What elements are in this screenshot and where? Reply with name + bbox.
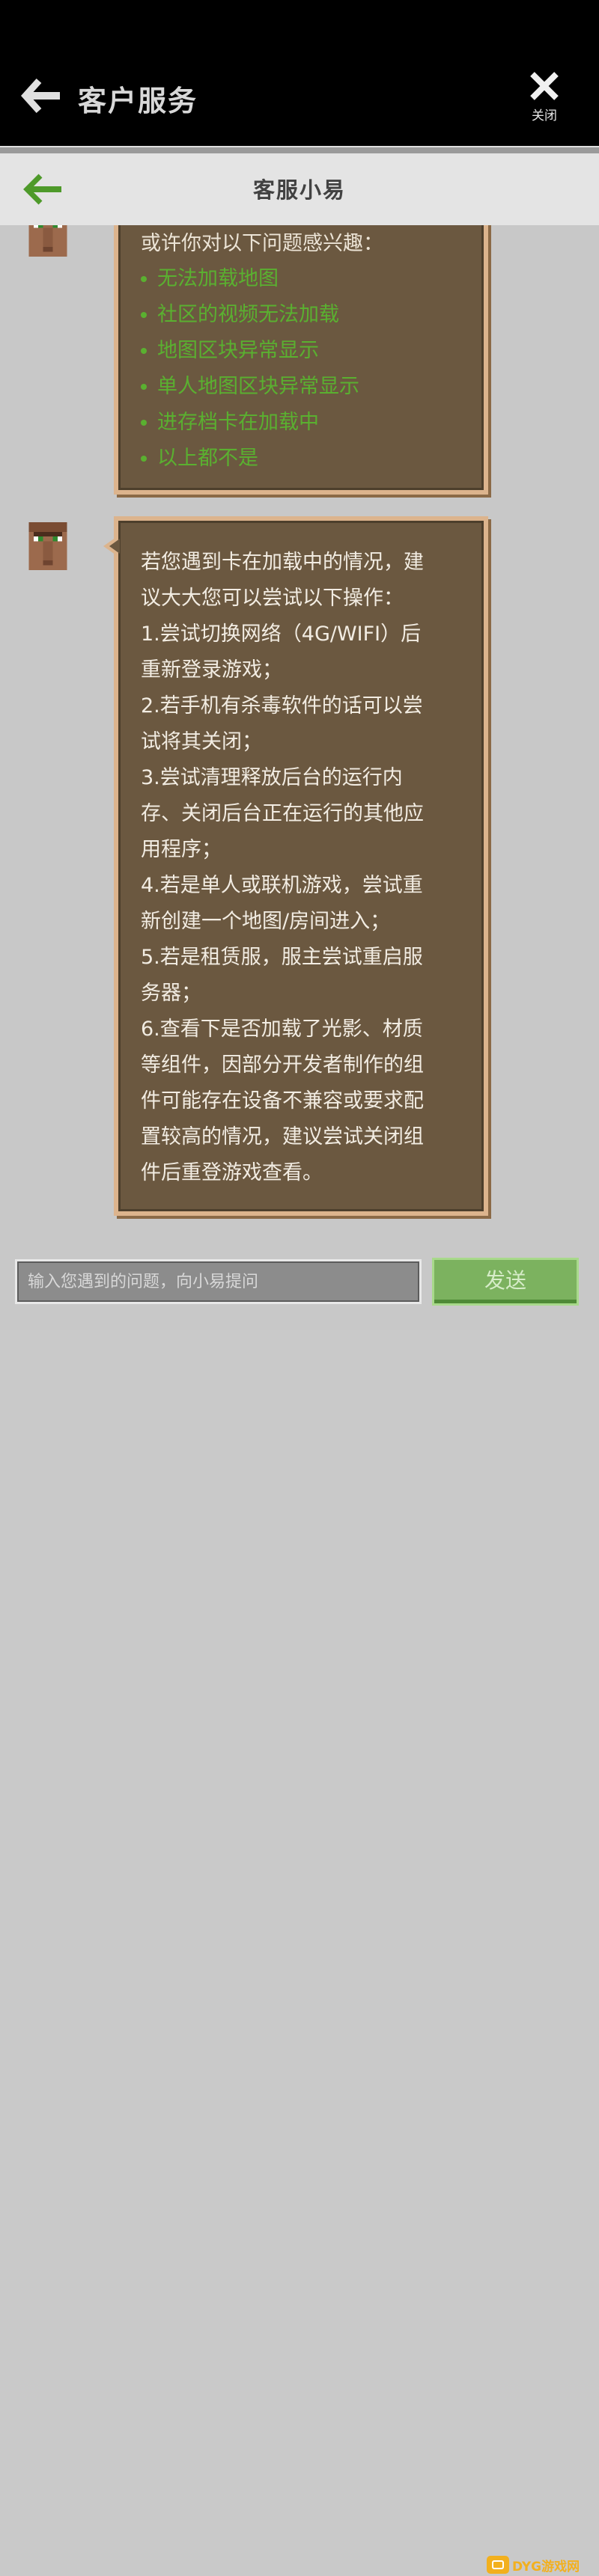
answer-line: 等组件，因部分开发者制作的组 bbox=[141, 1053, 424, 1077]
bullet-dot bbox=[141, 384, 147, 390]
answer-line: 2.若手机有杀毒软件的话可以尝 bbox=[141, 694, 423, 718]
answer-line: 议大大您可以尝试以下操作： bbox=[141, 587, 404, 610]
answer-text: 若您遇到卡在加载中的情况，建 议大大您可以尝试以下操作： 1.尝试切换网络（4G… bbox=[141, 545, 463, 1191]
top-header: 客户服务 关闭 bbox=[0, 0, 599, 146]
back-arrow-icon[interactable] bbox=[21, 78, 61, 114]
answer-line: 件可能存在设备不兼容或要求配 bbox=[141, 1089, 424, 1113]
suggestion-option[interactable]: 地图区块异常显示 bbox=[141, 333, 359, 369]
answer-line: 5.若是租赁服，服主尝试重启服 bbox=[141, 946, 423, 969]
suggestion-bubble: 或许你对以下问题感兴趣： 无法加载地图 社区的视频无法加载 地图区块异常显示 单… bbox=[114, 225, 488, 495]
question-input[interactable] bbox=[17, 1261, 419, 1302]
villager-avatar-icon bbox=[28, 225, 67, 257]
suggestion-list: 无法加载地图 社区的视频无法加载 地图区块异常显示 单人地图区块异常显示 进存档… bbox=[141, 261, 359, 477]
answer-line: 6.查看下是否加载了光影、材质 bbox=[141, 1018, 423, 1041]
answer-line: 置较高的情况，建议尝试关闭组 bbox=[141, 1125, 424, 1148]
suggestion-option[interactable]: 无法加载地图 bbox=[141, 261, 359, 297]
answer-line: 用程序； bbox=[141, 838, 222, 861]
bubble-tail-inner bbox=[109, 539, 120, 554]
watermark-logo-icon bbox=[487, 2556, 509, 2574]
question-field[interactable] bbox=[15, 1259, 422, 1304]
answer-line: 4.若是单人或联机游戏，尝试重 bbox=[141, 874, 423, 897]
bullet-dot bbox=[141, 420, 147, 426]
answer-line: 务器； bbox=[141, 982, 201, 1005]
answer-bubble: 若您遇到卡在加载中的情况，建 议大大您可以尝试以下操作： 1.尝试切换网络（4G… bbox=[103, 516, 488, 1216]
bullet-dot bbox=[141, 348, 147, 354]
answer-line: 存、关闭后台正在运行的其他应 bbox=[141, 802, 424, 825]
close-icon bbox=[530, 72, 559, 100]
bullet-dot bbox=[141, 456, 147, 462]
page-title: 客户服务 bbox=[78, 85, 198, 117]
site-watermark: DYG游戏网 bbox=[487, 2554, 580, 2576]
close-button[interactable]: 关闭 bbox=[524, 70, 565, 124]
answer-line: 试将其关闭； bbox=[141, 730, 262, 753]
suggestion-option[interactable]: 社区的视频无法加载 bbox=[141, 297, 359, 333]
answer-line: 新创建一个地图/房间进入； bbox=[141, 910, 391, 933]
suggestion-option[interactable]: 以上都不是 bbox=[141, 441, 359, 477]
send-button[interactable]: 发送 bbox=[432, 1258, 579, 1306]
agent-name: 客服小易 bbox=[252, 177, 346, 203]
input-bar: 发送 DYG游戏网 bbox=[0, 1250, 599, 2575]
answer-line: 3.尝试清理释放后台的运行内 bbox=[141, 766, 403, 789]
suggestion-intro: 或许你对以下问题感兴趣： bbox=[141, 232, 383, 255]
suggestion-option[interactable]: 进存档卡在加载中 bbox=[141, 405, 359, 441]
answer-line: 件后重登游戏查看。 bbox=[141, 1161, 323, 1184]
answer-line: 重新登录游戏； bbox=[141, 658, 282, 682]
suggestion-option[interactable]: 单人地图区块异常显示 bbox=[141, 369, 359, 405]
watermark-text: DYG游戏网 bbox=[512, 2559, 580, 2575]
bullet-dot bbox=[141, 276, 147, 282]
bullet-dot bbox=[141, 312, 147, 318]
answer-line: 1.尝试切换网络（4G/WIFI）后 bbox=[141, 622, 422, 646]
chat-area[interactable]: 或许你对以下问题感兴趣： 无法加载地图 社区的视频无法加载 地图区块异常显示 单… bbox=[0, 225, 599, 1250]
villager-avatar-icon bbox=[28, 522, 67, 570]
chat-header: 客服小易 bbox=[0, 153, 599, 225]
answer-line: 若您遇到卡在加载中的情况，建 bbox=[141, 551, 424, 574]
close-label: 关闭 bbox=[532, 108, 557, 123]
